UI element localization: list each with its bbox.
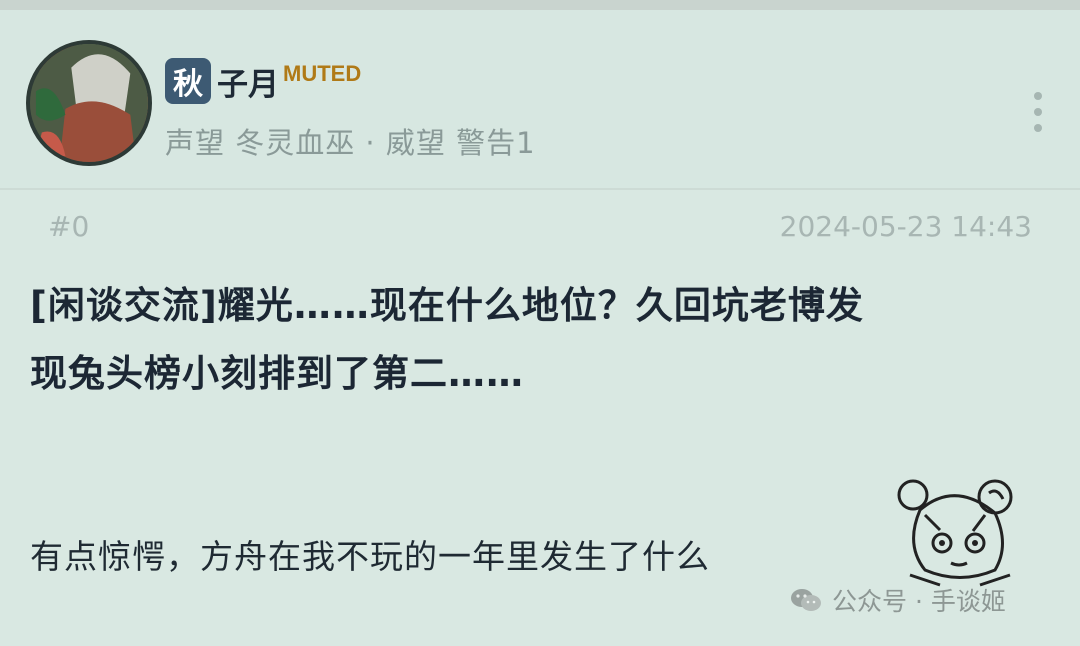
user-avatar[interactable]: [26, 40, 152, 166]
post-content: #0 2024-05-23 14:43 [闲谈交流]耀光……现在什么地位？久回坑…: [0, 190, 1080, 646]
user-badge: 秋: [165, 58, 211, 104]
post-author-header: 秋 子月 MUTED 声望 冬灵血巫 · 威望 警告1: [0, 10, 1080, 190]
wechat-icon: [791, 589, 821, 611]
user-reputation-line: 声望 冬灵血巫 · 威望 警告1: [165, 126, 536, 160]
dot: [1034, 92, 1042, 100]
username[interactable]: 子月: [217, 59, 279, 104]
post-title-line-1: [闲谈交流]耀光……现在什么地位？久回坑老博发: [30, 284, 864, 327]
forum-post-page: 秋 子月 MUTED 声望 冬灵血巫 · 威望 警告1 #0 2024-05-2…: [0, 0, 1080, 646]
top-strip: [0, 0, 1080, 10]
watermark-text: 公众号 · 手谈姬: [832, 587, 1006, 616]
post-body: 有点惊愕，方舟在我不玩的一年里发生了什么: [30, 537, 710, 576]
muted-status-tag: MUTED: [283, 61, 362, 86]
dot: [1034, 124, 1042, 132]
more-vertical-icon[interactable]: [1028, 92, 1048, 132]
avatar-image: [30, 44, 148, 162]
watermark: 公众号 · 手谈姬: [790, 582, 1006, 618]
username-row: 秋 子月 MUTED: [165, 55, 361, 107]
floor-number: #0: [48, 210, 90, 243]
post-title: [闲谈交流]耀光……现在什么地位？久回坑老博发 现兔头榜小刻排到了第二……: [30, 272, 1040, 408]
chibi-sticker: [897, 479, 1013, 587]
dot: [1034, 108, 1042, 116]
post-title-line-2: 现兔头榜小刻排到了第二……: [30, 352, 524, 395]
post-timestamp: 2024-05-23 14:43: [779, 210, 1032, 243]
